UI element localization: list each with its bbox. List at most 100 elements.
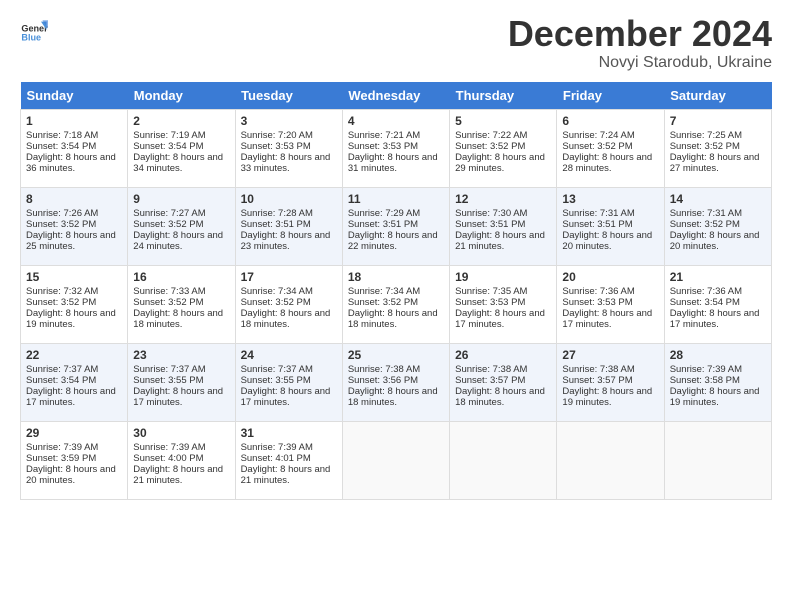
day-number: 9 xyxy=(133,192,229,206)
sunset-text: Sunset: 4:00 PM xyxy=(133,453,203,464)
daylight-text: Daylight: 8 hours and 18 minutes. xyxy=(348,386,438,408)
day-number: 19 xyxy=(455,270,551,284)
day-number: 14 xyxy=(670,192,766,206)
day-number: 5 xyxy=(455,114,551,128)
daylight-text: Daylight: 8 hours and 19 minutes. xyxy=(26,308,116,330)
day-number: 31 xyxy=(241,426,337,440)
day-cell: 14Sunrise: 7:31 AMSunset: 3:52 PMDayligh… xyxy=(664,188,771,266)
day-cell: 22Sunrise: 7:37 AMSunset: 3:54 PMDayligh… xyxy=(21,344,128,422)
sunrise-text: Sunrise: 7:29 AM xyxy=(348,208,420,219)
day-cell: 16Sunrise: 7:33 AMSunset: 3:52 PMDayligh… xyxy=(128,266,235,344)
sunset-text: Sunset: 3:52 PM xyxy=(26,297,96,308)
sunrise-text: Sunrise: 7:25 AM xyxy=(670,130,742,141)
day-cell: 25 Sunrise: 7:38 AMSunset: 3:56 PMDayligh… xyxy=(342,344,449,422)
sunset-text: Sunset: 3:54 PM xyxy=(133,141,203,152)
sunset-text: Sunset: 3:55 PM xyxy=(241,375,311,386)
daylight-text: Daylight: 8 hours and 18 minutes. xyxy=(455,386,545,408)
day-cell: 15Sunrise: 7:32 AMSunset: 3:52 PMDayligh… xyxy=(21,266,128,344)
day-cell xyxy=(450,422,557,500)
day-cell xyxy=(342,422,449,500)
day-number: 11 xyxy=(348,192,444,206)
day-cell: 4Sunrise: 7:21 AMSunset: 3:53 PMDaylight… xyxy=(342,110,449,188)
day-cell: 9Sunrise: 7:27 AMSunset: 3:52 PMDaylight… xyxy=(128,188,235,266)
day-cell: 20Sunrise: 7:36 AMSunset: 3:53 PMDayligh… xyxy=(557,266,664,344)
sunset-text: Sunset: 3:52 PM xyxy=(455,141,525,152)
daylight-text: Daylight: 8 hours and 33 minutes. xyxy=(241,152,331,174)
daylight-text: Daylight: 8 hours and 36 minutes. xyxy=(26,152,116,174)
daylight-text: Daylight: 8 hours and 28 minutes. xyxy=(562,152,652,174)
day-cell: 3Sunrise: 7:20 AMSunset: 3:53 PMDaylight… xyxy=(235,110,342,188)
day-cell: 23Sunrise: 7:37 AMSunset: 3:55 PMDayligh… xyxy=(128,344,235,422)
day-cell: 27Sunrise: 7:38 AMSunset: 3:57 PMDayligh… xyxy=(557,344,664,422)
day-cell xyxy=(557,422,664,500)
day-number: 30 xyxy=(133,426,229,440)
sunrise-text: Sunrise: 7:26 AM xyxy=(26,208,98,219)
daylight-text: Daylight: 8 hours and 21 minutes. xyxy=(133,464,223,486)
day-cell: 13Sunrise: 7:31 AMSunset: 3:51 PMDayligh… xyxy=(557,188,664,266)
sunrise-text: Sunrise: 7:36 AM xyxy=(670,286,742,297)
daylight-text: Daylight: 8 hours and 22 minutes. xyxy=(348,230,438,252)
col-header-friday: Friday xyxy=(557,82,664,110)
sunrise-text: Sunrise: 7:38 AM xyxy=(348,364,420,375)
sunset-text: Sunset: 3:54 PM xyxy=(26,141,96,152)
day-number: 18 xyxy=(348,270,444,284)
daylight-text: Daylight: 8 hours and 17 minutes. xyxy=(455,308,545,330)
sunset-text: Sunset: 3:52 PM xyxy=(670,141,740,152)
sunrise-text: Sunrise: 7:27 AM xyxy=(133,208,205,219)
sunset-text: Sunset: 3:52 PM xyxy=(241,297,311,308)
daylight-text: Daylight: 8 hours and 21 minutes. xyxy=(455,230,545,252)
col-header-wednesday: Wednesday xyxy=(342,82,449,110)
sunset-text: Sunset: 3:53 PM xyxy=(241,141,311,152)
daylight-text: Daylight: 8 hours and 19 minutes. xyxy=(670,386,760,408)
daylight-text: Daylight: 8 hours and 17 minutes. xyxy=(670,308,760,330)
day-number: 4 xyxy=(348,114,444,128)
sunset-text: Sunset: 3:57 PM xyxy=(562,375,632,386)
sunset-text: Sunset: 3:54 PM xyxy=(26,375,96,386)
day-cell: 10Sunrise: 7:28 AMSunset: 3:51 PMDayligh… xyxy=(235,188,342,266)
sunset-text: Sunset: 3:52 PM xyxy=(133,297,203,308)
sunrise-text: Sunrise: 7:31 AM xyxy=(670,208,742,219)
daylight-text: Daylight: 8 hours and 18 minutes. xyxy=(133,308,223,330)
day-number: 8 xyxy=(26,192,122,206)
location: Novyi Starodub, Ukraine xyxy=(508,54,772,72)
sunset-text: Sunset: 3:58 PM xyxy=(670,375,740,386)
day-number: 3 xyxy=(241,114,337,128)
sunset-text: Sunset: 3:56 PM xyxy=(348,375,418,386)
sunset-text: Sunset: 3:51 PM xyxy=(562,219,632,230)
sunset-text: Sunset: 3:51 PM xyxy=(348,219,418,230)
day-number: 12 xyxy=(455,192,551,206)
day-number: 7 xyxy=(670,114,766,128)
daylight-text: Daylight: 8 hours and 17 minutes. xyxy=(133,386,223,408)
week-row-4: 22Sunrise: 7:37 AMSunset: 3:54 PMDayligh… xyxy=(21,344,772,422)
day-number: 16 xyxy=(133,270,229,284)
sunrise-text: Sunrise: 7:18 AM xyxy=(26,130,98,141)
day-cell: 21Sunrise: 7:36 AMSunset: 3:54 PMDayligh… xyxy=(664,266,771,344)
header-row: SundayMondayTuesdayWednesdayThursdayFrid… xyxy=(21,82,772,110)
day-number: 15 xyxy=(26,270,122,284)
daylight-text: Daylight: 8 hours and 34 minutes. xyxy=(133,152,223,174)
title-block: December 2024 Novyi Starodub, Ukraine xyxy=(508,16,772,72)
sunrise-text: Sunrise: 7:39 AM xyxy=(670,364,742,375)
day-cell: 28Sunrise: 7:39 AMSunset: 3:58 PMDayligh… xyxy=(664,344,771,422)
daylight-text: Daylight: 8 hours and 17 minutes. xyxy=(26,386,116,408)
daylight-text: Daylight: 8 hours and 27 minutes. xyxy=(670,152,760,174)
day-number: 2 xyxy=(133,114,229,128)
day-cell: 30Sunrise: 7:39 AMSunset: 4:00 PMDayligh… xyxy=(128,422,235,500)
daylight-text: Daylight: 8 hours and 29 minutes. xyxy=(455,152,545,174)
day-number: 20 xyxy=(562,270,658,284)
sunset-text: Sunset: 3:52 PM xyxy=(562,141,632,152)
week-row-1: 1Sunrise: 7:18 AMSunset: 3:54 PMDaylight… xyxy=(21,110,772,188)
day-cell: 12Sunrise: 7:30 AMSunset: 3:51 PMDayligh… xyxy=(450,188,557,266)
day-number: 10 xyxy=(241,192,337,206)
day-number: 21 xyxy=(670,270,766,284)
day-cell: 7 Sunrise: 7:25 AMSunset: 3:52 PMDaylight… xyxy=(664,110,771,188)
sunset-text: Sunset: 3:53 PM xyxy=(562,297,632,308)
day-number: 25 xyxy=(348,348,444,362)
daylight-text: Daylight: 8 hours and 31 minutes. xyxy=(348,152,438,174)
day-number: 17 xyxy=(241,270,337,284)
col-header-tuesday: Tuesday xyxy=(235,82,342,110)
sunrise-text: Sunrise: 7:39 AM xyxy=(241,442,313,453)
sunset-text: Sunset: 3:52 PM xyxy=(348,297,418,308)
sunrise-text: Sunrise: 7:38 AM xyxy=(455,364,527,375)
day-number: 27 xyxy=(562,348,658,362)
